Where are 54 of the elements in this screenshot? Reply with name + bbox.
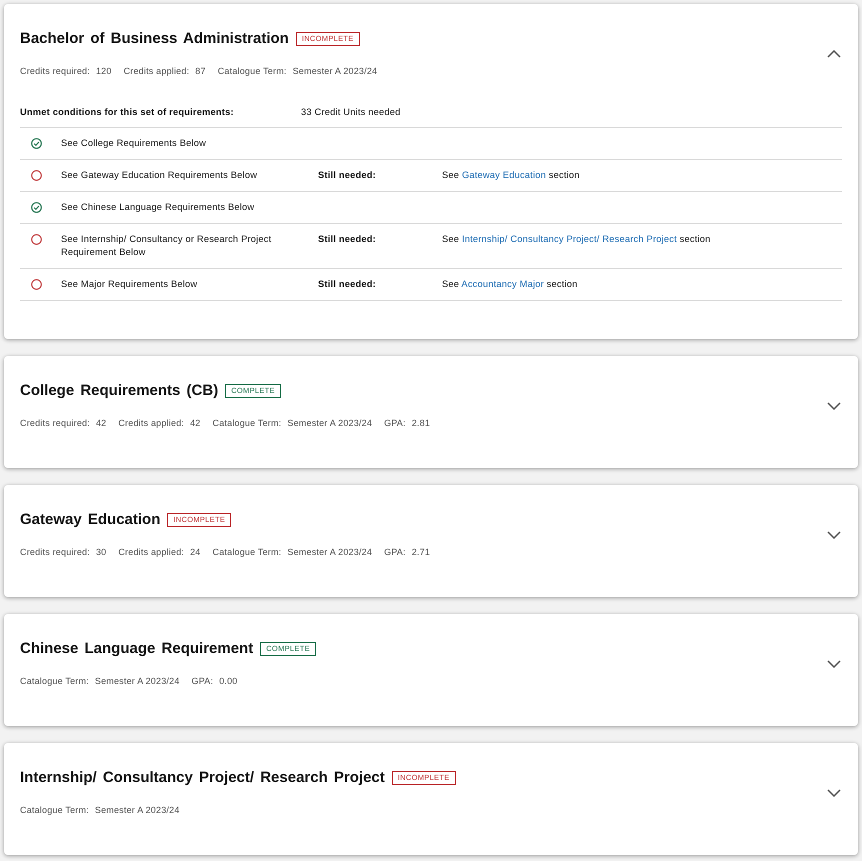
still-needed-label: Still needed: — [318, 278, 377, 291]
meta-value: 24 — [190, 546, 201, 559]
meta-label: Credits required: — [20, 546, 90, 559]
requirement-text: See College Requirements Below — [61, 137, 208, 150]
meta-value: 2.81 — [412, 417, 430, 430]
requirement-text: See Chinese Language Requirements Below — [61, 201, 256, 214]
credits-needed-text: 33 Credit Units needed — [301, 106, 400, 119]
meta-label: Catalogue Term: — [20, 804, 89, 817]
meta-label: GPA: — [192, 675, 214, 688]
section-title: Bachelor of Business Administration — [20, 29, 289, 49]
meta-label: GPA: — [384, 417, 406, 430]
section-link[interactable]: Internship/ Consultancy Project/ Research Project — [462, 234, 677, 244]
section-title: Gateway Education — [20, 510, 160, 530]
chevron-down-icon[interactable] — [827, 530, 841, 538]
section-link[interactable]: Accountancy Major — [461, 279, 544, 289]
section-reference: See Internship/ Consultancy Project/ Research Project section — [442, 233, 712, 246]
section-reference: See Accountancy Major section — [442, 278, 579, 291]
meta-value: 42 — [190, 417, 201, 430]
meta-label: Credits applied: — [124, 65, 190, 78]
meta-value: 42 — [96, 417, 106, 430]
requirement-text: See Internship/ Consultancy or Research Project Requirement Below — [61, 233, 272, 259]
requirement-text: See Major Requirements Below — [61, 278, 198, 291]
chevron-up-icon[interactable] — [827, 50, 841, 58]
chevron-down-icon[interactable] — [827, 788, 841, 796]
meta-label: Catalogue Term: — [20, 675, 89, 688]
meta-value: 30 — [96, 546, 106, 559]
meta-value: Semester A 2023/24 — [94, 804, 180, 817]
section-link[interactable]: Gateway Education — [462, 170, 546, 180]
still-needed-label: Still needed: — [318, 169, 377, 182]
meta-label: GPA: — [384, 546, 406, 559]
meta-value: 87 — [195, 65, 206, 78]
meta-value: Semester A 2023/24 — [287, 417, 372, 430]
still-needed-label: Still needed: — [318, 233, 377, 246]
meta-value: Semester A 2023/24 — [292, 65, 378, 78]
meta-label: Catalogue Term: — [218, 65, 287, 78]
section-title: College Requirements (CB) — [20, 381, 218, 401]
meta-label: Credits required: — [20, 417, 90, 430]
chevron-down-icon[interactable] — [827, 660, 841, 668]
meta-label: Credits applied: — [118, 417, 184, 430]
chevron-down-icon[interactable] — [827, 402, 841, 410]
meta-value: Semester A 2023/24 — [94, 675, 180, 688]
section-title: Chinese Language Requirement — [20, 639, 254, 659]
meta-value: 0.00 — [219, 675, 238, 688]
meta-label: Credits required: — [20, 65, 90, 78]
unmet-conditions-label: Unmet conditions for this set of requirements: — [20, 106, 235, 119]
meta-label: Credits applied: — [118, 546, 184, 559]
meta-value: 120 — [96, 65, 112, 78]
section-reference: See Gateway Education section — [442, 169, 581, 182]
meta-value: Semester A 2023/24 — [287, 546, 372, 559]
meta-label: Catalogue Term: — [212, 417, 282, 430]
meta-value: 2.71 — [412, 546, 430, 559]
meta-label: Catalogue Term: — [212, 546, 282, 559]
requirement-text: See Gateway Education Requirements Below — [61, 169, 258, 182]
section-title: Internship/ Consultancy Project/ Research Project — [20, 768, 385, 788]
